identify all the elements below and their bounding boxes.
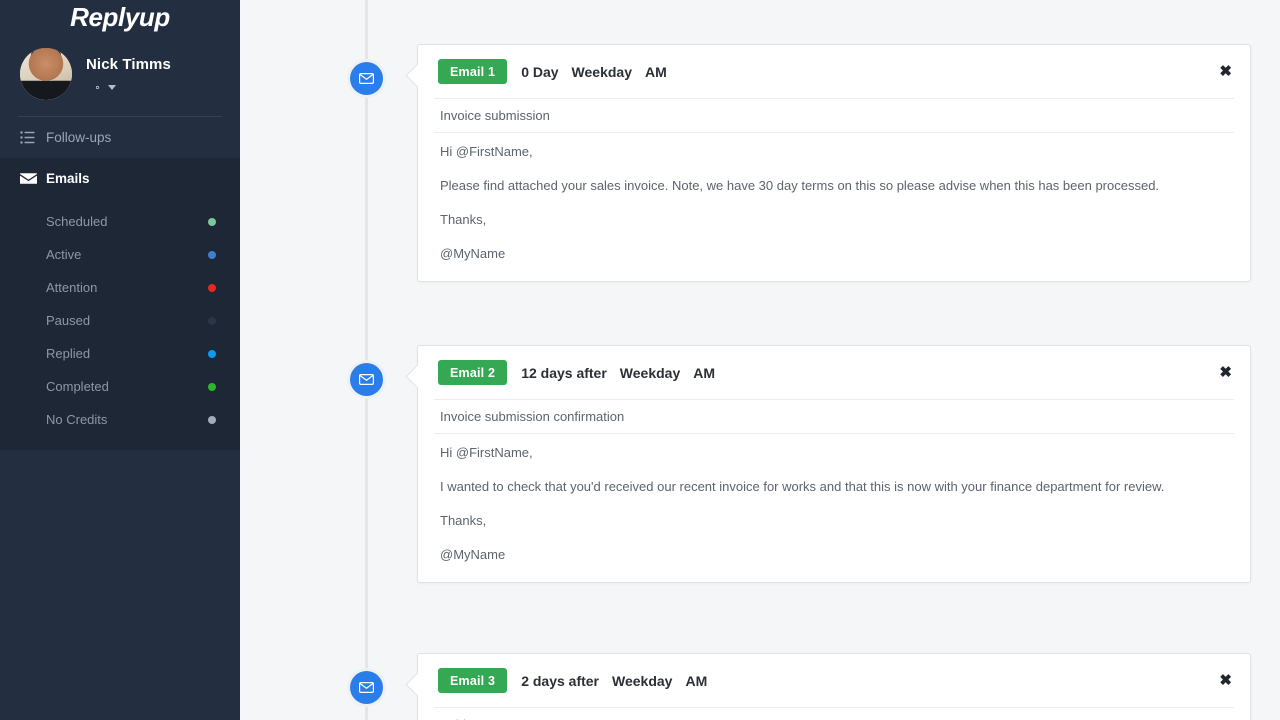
email-card: Email 3 2 days after Weekday AM ✖ Subjec… <box>417 653 1251 720</box>
sidebar-subitem-scheduled-label: Scheduled <box>46 214 108 229</box>
email-delay[interactable]: 2 days after <box>521 673 599 689</box>
sidebar-subitem-replied-label: Replied <box>46 346 91 361</box>
app-root: Replyup Nick Timms Follow-ups Emails Sch… <box>0 0 1280 720</box>
avatar-image <box>20 48 72 100</box>
email-body-line: Thanks, <box>440 212 487 227</box>
chevron-down-icon <box>108 84 116 90</box>
sidebar-item-follow-ups-label: Follow-ups <box>46 130 112 145</box>
sidebar-subitem-paused-label: Paused <box>46 313 91 328</box>
avatar[interactable] <box>20 48 72 100</box>
email-body-line: Hi @FirstName, <box>440 445 533 460</box>
email-schedule-meta: 12 days after Weekday AM <box>521 365 715 381</box>
email-subject[interactable]: Subject <box>434 707 1234 720</box>
profile-block: Nick Timms <box>0 34 240 114</box>
status-dot-replied <box>208 349 216 358</box>
sidebar-subitem-no-credits[interactable]: No Credits <box>0 403 240 436</box>
email-index-badge: Email 1 <box>438 59 508 84</box>
remove-email-button[interactable]: ✖ <box>1219 673 1232 688</box>
profile-meta: Nick Timms <box>86 56 171 93</box>
envelope-icon <box>20 172 42 185</box>
sidebar-subitem-replied[interactable]: Replied <box>0 337 240 370</box>
email-body[interactable]: Hi @FirstName, I wanted to check that yo… <box>418 434 1250 582</box>
timeline-row: Email 2 12 days after Weekday AM ✖ Invoi… <box>240 345 1280 583</box>
sidebar-item-emails[interactable]: Emails <box>0 158 240 199</box>
status-dot-completed <box>208 382 216 391</box>
email-body-line: Hi @FirstName, <box>440 144 533 159</box>
email-body-line: @MyName <box>440 246 506 261</box>
remove-email-button[interactable]: ✖ <box>1219 365 1232 380</box>
sidebar-subitem-attention-label: Attention <box>46 280 98 295</box>
status-dot-no-credits <box>208 415 216 424</box>
email-time-of-day[interactable]: AM <box>645 64 667 80</box>
email-body-line: Please find attached your sales invoice.… <box>440 178 1160 193</box>
email-day-type[interactable]: Weekday <box>612 673 672 689</box>
email-subject[interactable]: Invoice submission confirmation <box>434 399 1234 434</box>
gear-icon <box>95 85 100 89</box>
sidebar-subitem-active[interactable]: Active <box>0 238 240 271</box>
email-sequence-timeline: Email 1 0 Day Weekday AM ✖ Invoice submi… <box>240 0 1280 720</box>
email-delay[interactable]: 0 Day <box>521 64 558 80</box>
status-dot-paused <box>208 316 216 325</box>
sidebar-subitem-completed-label: Completed <box>46 379 109 394</box>
email-schedule-meta: 0 Day Weekday AM <box>521 64 667 80</box>
app-logo[interactable]: Replyup <box>0 0 240 34</box>
profile-settings-menu[interactable] <box>92 82 171 93</box>
email-index-badge: Email 3 <box>438 668 508 693</box>
email-card: Email 1 0 Day Weekday AM ✖ Invoice submi… <box>417 44 1251 282</box>
sidebar-subnav: Scheduled Active Attention Paused Replie… <box>0 199 240 450</box>
status-dot-scheduled <box>208 217 216 226</box>
sidebar-subitem-completed[interactable]: Completed <box>0 370 240 403</box>
sidebar-subitem-scheduled[interactable]: Scheduled <box>0 205 240 238</box>
email-schedule-meta: 2 days after Weekday AM <box>521 673 707 689</box>
email-time-of-day[interactable]: AM <box>693 365 715 381</box>
sidebar-subitem-attention[interactable]: Attention <box>0 271 240 304</box>
timeline-envelope-icon[interactable] <box>350 363 383 396</box>
status-dot-active <box>208 250 216 259</box>
sidebar-item-emails-label: Emails <box>46 171 90 186</box>
email-card-header: Email 2 12 days after Weekday AM ✖ <box>418 346 1250 399</box>
timeline-gap <box>240 583 1280 653</box>
email-body[interactable]: Hi @FirstName, Please find attached your… <box>418 133 1250 281</box>
email-index-badge: Email 2 <box>438 360 508 385</box>
status-dot-attention <box>208 283 216 292</box>
sidebar-subitem-no-credits-label: No Credits <box>46 412 108 427</box>
email-body-line: Thanks, <box>440 513 487 528</box>
email-body-line: @MyName <box>440 547 506 562</box>
timeline-row: Email 1 0 Day Weekday AM ✖ Invoice submi… <box>240 44 1280 282</box>
timeline-envelope-icon[interactable] <box>350 671 383 704</box>
email-day-type[interactable]: Weekday <box>572 64 632 80</box>
sidebar-subitem-active-label: Active <box>46 247 82 262</box>
profile-name: Nick Timms <box>86 55 171 73</box>
email-card: Email 2 12 days after Weekday AM ✖ Invoi… <box>417 345 1251 583</box>
email-delay[interactable]: 12 days after <box>521 365 607 381</box>
email-day-type[interactable]: Weekday <box>620 365 680 381</box>
email-card-header: Email 3 2 days after Weekday AM ✖ <box>418 654 1250 707</box>
email-body-line: I wanted to check that you'd received ou… <box>440 479 1165 494</box>
list-icon <box>20 131 42 144</box>
remove-email-button[interactable]: ✖ <box>1219 64 1232 79</box>
sidebar-item-follow-ups[interactable]: Follow-ups <box>0 117 240 158</box>
main-content: Email 1 0 Day Weekday AM ✖ Invoice submi… <box>240 0 1280 720</box>
timeline-row: Email 3 2 days after Weekday AM ✖ Subjec… <box>240 653 1280 720</box>
email-subject[interactable]: Invoice submission <box>434 98 1234 133</box>
sidebar: Replyup Nick Timms Follow-ups Emails Sch… <box>0 0 240 720</box>
email-card-header: Email 1 0 Day Weekday AM ✖ <box>418 45 1250 98</box>
sidebar-subitem-paused[interactable]: Paused <box>0 304 240 337</box>
timeline-envelope-icon[interactable] <box>350 62 383 95</box>
email-time-of-day[interactable]: AM <box>685 673 707 689</box>
timeline-gap <box>240 282 1280 345</box>
